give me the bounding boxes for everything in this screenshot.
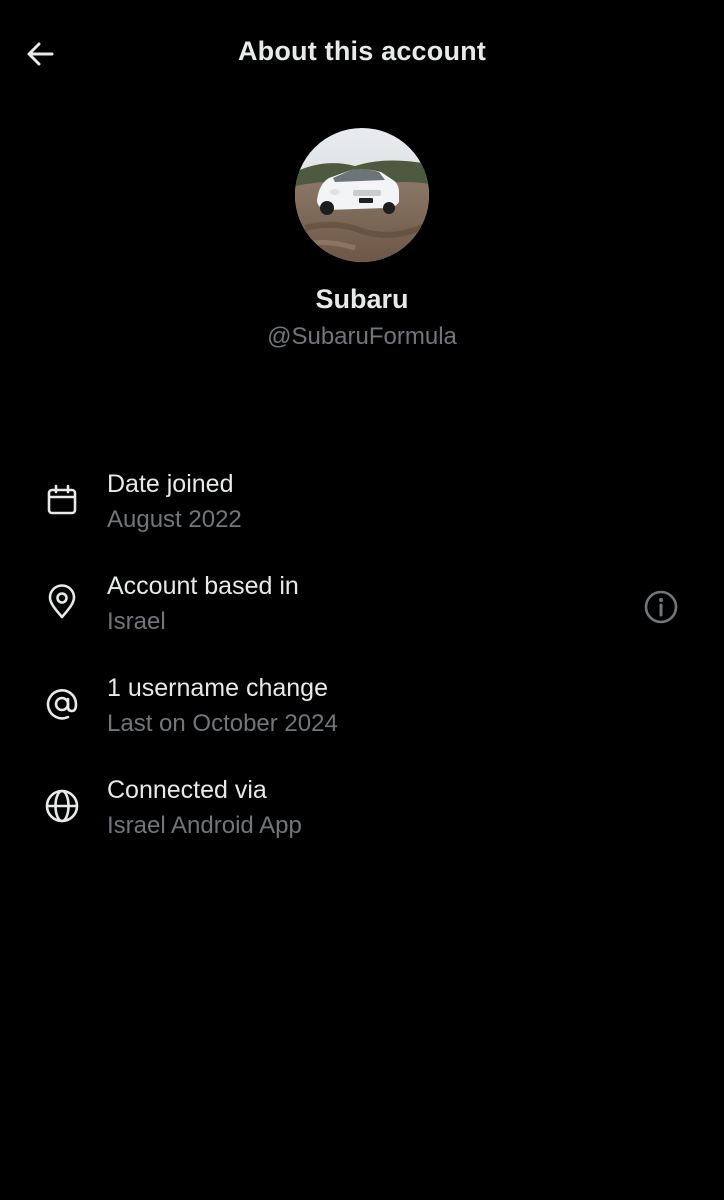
- info-item-username-change: 1 username change Last on October 2024: [0, 674, 724, 754]
- info-title: 1 username change: [107, 674, 328, 702]
- info-title: Connected via: [107, 776, 267, 804]
- info-title: Date joined: [107, 470, 234, 498]
- info-item-account-based-in: Account based in Israel: [0, 572, 724, 652]
- username-handle: @SubaruFormula: [267, 323, 457, 350]
- calendar-icon: [42, 480, 82, 520]
- info-item-date-joined: Date joined August 2022: [0, 470, 724, 550]
- info-value: Last on October 2024: [107, 710, 338, 737]
- globe-icon: [42, 786, 82, 826]
- account-location-info-button[interactable]: [640, 586, 682, 628]
- top-bar: About this account: [0, 0, 724, 106]
- info-value: Israel: [107, 608, 166, 635]
- avatar-photo: [295, 128, 429, 262]
- location-pin-icon: [42, 582, 82, 622]
- info-item-connected-via: Connected via Israel Android App: [0, 776, 724, 856]
- avatar[interactable]: [295, 128, 429, 262]
- info-title: Account based in: [107, 572, 299, 600]
- info-icon: [644, 590, 678, 624]
- display-name: Subaru: [315, 284, 409, 314]
- info-value: Israel Android App: [107, 812, 302, 839]
- at-sign-icon: [42, 684, 82, 724]
- info-value: August 2022: [107, 506, 242, 533]
- page-title: About this account: [237, 36, 487, 66]
